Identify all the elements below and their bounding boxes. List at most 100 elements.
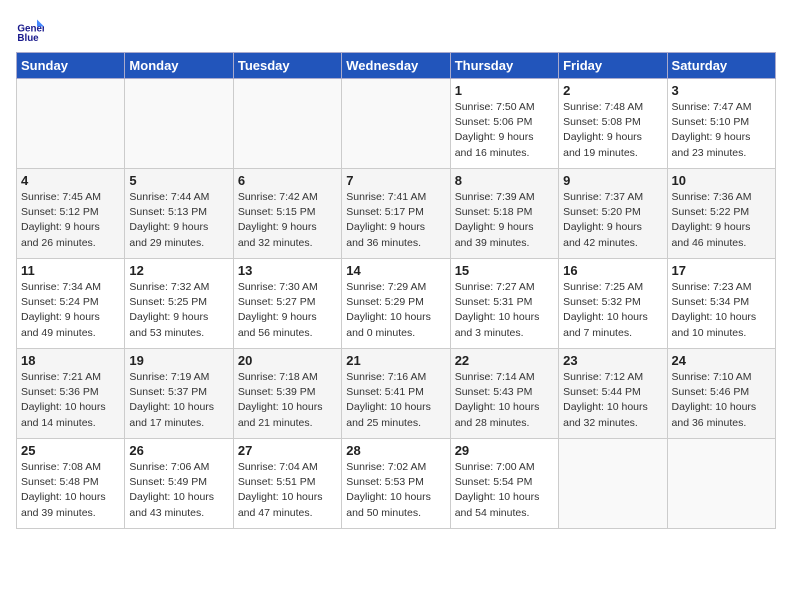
calendar-day-cell: 16 Sunrise: 7:25 AM Sunset: 5:32 PM Dayli… — [559, 259, 667, 349]
day-number: 10 — [672, 173, 771, 188]
day-number: 25 — [21, 443, 120, 458]
day-number: 2 — [563, 83, 662, 98]
day-info: Sunrise: 7:47 AM Sunset: 5:10 PM Dayligh… — [672, 100, 771, 161]
calendar-week-row: 4 Sunrise: 7:45 AM Sunset: 5:12 PM Daylig… — [17, 169, 776, 259]
day-info: Sunrise: 7:50 AM Sunset: 5:06 PM Dayligh… — [455, 100, 554, 161]
day-info: Sunrise: 7:12 AM Sunset: 5:44 PM Dayligh… — [563, 370, 662, 431]
calendar-day-cell: 3 Sunrise: 7:47 AM Sunset: 5:10 PM Daylig… — [667, 79, 775, 169]
day-number: 26 — [129, 443, 228, 458]
calendar-day-cell — [17, 79, 125, 169]
day-number: 3 — [672, 83, 771, 98]
day-number: 18 — [21, 353, 120, 368]
day-number: 1 — [455, 83, 554, 98]
calendar-day-cell: 12 Sunrise: 7:32 AM Sunset: 5:25 PM Dayli… — [125, 259, 233, 349]
calendar-day-cell: 2 Sunrise: 7:48 AM Sunset: 5:08 PM Daylig… — [559, 79, 667, 169]
day-info: Sunrise: 7:19 AM Sunset: 5:37 PM Dayligh… — [129, 370, 228, 431]
calendar-day-cell: 5 Sunrise: 7:44 AM Sunset: 5:13 PM Daylig… — [125, 169, 233, 259]
weekday-header-saturday: Saturday — [667, 53, 775, 79]
calendar-day-cell: 7 Sunrise: 7:41 AM Sunset: 5:17 PM Daylig… — [342, 169, 450, 259]
logo: General Blue — [16, 16, 46, 44]
day-info: Sunrise: 7:08 AM Sunset: 5:48 PM Dayligh… — [21, 460, 120, 521]
calendar-day-cell: 1 Sunrise: 7:50 AM Sunset: 5:06 PM Daylig… — [450, 79, 558, 169]
day-number: 24 — [672, 353, 771, 368]
page-header: General Blue — [16, 16, 776, 44]
day-info: Sunrise: 7:41 AM Sunset: 5:17 PM Dayligh… — [346, 190, 445, 251]
day-info: Sunrise: 7:14 AM Sunset: 5:43 PM Dayligh… — [455, 370, 554, 431]
calendar-day-cell: 22 Sunrise: 7:14 AM Sunset: 5:43 PM Dayli… — [450, 349, 558, 439]
day-number: 12 — [129, 263, 228, 278]
day-number: 17 — [672, 263, 771, 278]
day-info: Sunrise: 7:18 AM Sunset: 5:39 PM Dayligh… — [238, 370, 337, 431]
calendar-day-cell: 19 Sunrise: 7:19 AM Sunset: 5:37 PM Dayli… — [125, 349, 233, 439]
day-info: Sunrise: 7:27 AM Sunset: 5:31 PM Dayligh… — [455, 280, 554, 341]
calendar-day-cell — [125, 79, 233, 169]
calendar-day-cell: 29 Sunrise: 7:00 AM Sunset: 5:54 PM Dayli… — [450, 439, 558, 529]
day-number: 7 — [346, 173, 445, 188]
day-info: Sunrise: 7:04 AM Sunset: 5:51 PM Dayligh… — [238, 460, 337, 521]
day-info: Sunrise: 7:23 AM Sunset: 5:34 PM Dayligh… — [672, 280, 771, 341]
calendar-day-cell: 21 Sunrise: 7:16 AM Sunset: 5:41 PM Dayli… — [342, 349, 450, 439]
day-number: 4 — [21, 173, 120, 188]
calendar-day-cell: 11 Sunrise: 7:34 AM Sunset: 5:24 PM Dayli… — [17, 259, 125, 349]
day-number: 5 — [129, 173, 228, 188]
day-number: 14 — [346, 263, 445, 278]
calendar-day-cell: 17 Sunrise: 7:23 AM Sunset: 5:34 PM Dayli… — [667, 259, 775, 349]
calendar-table: SundayMondayTuesdayWednesdayThursdayFrid… — [16, 52, 776, 529]
calendar-day-cell — [559, 439, 667, 529]
day-number: 8 — [455, 173, 554, 188]
day-info: Sunrise: 7:44 AM Sunset: 5:13 PM Dayligh… — [129, 190, 228, 251]
calendar-day-cell: 28 Sunrise: 7:02 AM Sunset: 5:53 PM Dayli… — [342, 439, 450, 529]
weekday-header-row: SundayMondayTuesdayWednesdayThursdayFrid… — [17, 53, 776, 79]
day-info: Sunrise: 7:37 AM Sunset: 5:20 PM Dayligh… — [563, 190, 662, 251]
calendar-day-cell: 9Sunrise: 7:37 AM Sunset: 5:20 PM Daylig… — [559, 169, 667, 259]
day-info: Sunrise: 7:39 AM Sunset: 5:18 PM Dayligh… — [455, 190, 554, 251]
day-info: Sunrise: 7:02 AM Sunset: 5:53 PM Dayligh… — [346, 460, 445, 521]
calendar-day-cell: 18Sunrise: 7:21 AM Sunset: 5:36 PM Dayli… — [17, 349, 125, 439]
calendar-day-cell: 15Sunrise: 7:27 AM Sunset: 5:31 PM Dayli… — [450, 259, 558, 349]
calendar-week-row: 25 Sunrise: 7:08 AM Sunset: 5:48 PM Dayli… — [17, 439, 776, 529]
day-number: 29 — [455, 443, 554, 458]
calendar-day-cell: 23 Sunrise: 7:12 AM Sunset: 5:44 PM Dayli… — [559, 349, 667, 439]
calendar-week-row: 1 Sunrise: 7:50 AM Sunset: 5:06 PM Daylig… — [17, 79, 776, 169]
day-info: Sunrise: 7:32 AM Sunset: 5:25 PM Dayligh… — [129, 280, 228, 341]
calendar-day-cell: 24Sunrise: 7:10 AM Sunset: 5:46 PM Dayli… — [667, 349, 775, 439]
calendar-day-cell: 4 Sunrise: 7:45 AM Sunset: 5:12 PM Daylig… — [17, 169, 125, 259]
day-number: 19 — [129, 353, 228, 368]
day-info: Sunrise: 7:16 AM Sunset: 5:41 PM Dayligh… — [346, 370, 445, 431]
day-number: 11 — [21, 263, 120, 278]
calendar-day-cell: 8 Sunrise: 7:39 AM Sunset: 5:18 PM Daylig… — [450, 169, 558, 259]
day-info: Sunrise: 7:42 AM Sunset: 5:15 PM Dayligh… — [238, 190, 337, 251]
calendar-day-cell — [342, 79, 450, 169]
day-info: Sunrise: 7:00 AM Sunset: 5:54 PM Dayligh… — [455, 460, 554, 521]
day-number: 28 — [346, 443, 445, 458]
calendar-day-cell: 6 Sunrise: 7:42 AM Sunset: 5:15 PM Daylig… — [233, 169, 341, 259]
day-number: 16 — [563, 263, 662, 278]
svg-text:Blue: Blue — [17, 33, 39, 44]
day-info: Sunrise: 7:45 AM Sunset: 5:12 PM Dayligh… — [21, 190, 120, 251]
weekday-header-friday: Friday — [559, 53, 667, 79]
day-number: 21 — [346, 353, 445, 368]
calendar-day-cell: 14Sunrise: 7:29 AM Sunset: 5:29 PM Dayli… — [342, 259, 450, 349]
day-number: 6 — [238, 173, 337, 188]
day-info: Sunrise: 7:06 AM Sunset: 5:49 PM Dayligh… — [129, 460, 228, 521]
weekday-header-sunday: Sunday — [17, 53, 125, 79]
day-info: Sunrise: 7:34 AM Sunset: 5:24 PM Dayligh… — [21, 280, 120, 341]
day-number: 22 — [455, 353, 554, 368]
calendar-day-cell: 13Sunrise: 7:30 AM Sunset: 5:27 PM Dayli… — [233, 259, 341, 349]
weekday-header-thursday: Thursday — [450, 53, 558, 79]
calendar-day-cell: 26 Sunrise: 7:06 AM Sunset: 5:49 PM Dayli… — [125, 439, 233, 529]
weekday-header-tuesday: Tuesday — [233, 53, 341, 79]
calendar-day-cell: 25 Sunrise: 7:08 AM Sunset: 5:48 PM Dayli… — [17, 439, 125, 529]
weekday-header-wednesday: Wednesday — [342, 53, 450, 79]
weekday-header-monday: Monday — [125, 53, 233, 79]
calendar-day-cell: 20Sunrise: 7:18 AM Sunset: 5:39 PM Dayli… — [233, 349, 341, 439]
calendar-day-cell: 10 Sunrise: 7:36 AM Sunset: 5:22 PM Dayli… — [667, 169, 775, 259]
calendar-day-cell: 27Sunrise: 7:04 AM Sunset: 5:51 PM Dayli… — [233, 439, 341, 529]
calendar-week-row: 11 Sunrise: 7:34 AM Sunset: 5:24 PM Dayli… — [17, 259, 776, 349]
calendar-week-row: 18Sunrise: 7:21 AM Sunset: 5:36 PM Dayli… — [17, 349, 776, 439]
calendar-day-cell — [667, 439, 775, 529]
day-number: 23 — [563, 353, 662, 368]
day-info: Sunrise: 7:25 AM Sunset: 5:32 PM Dayligh… — [563, 280, 662, 341]
day-info: Sunrise: 7:36 AM Sunset: 5:22 PM Dayligh… — [672, 190, 771, 251]
day-info: Sunrise: 7:48 AM Sunset: 5:08 PM Dayligh… — [563, 100, 662, 161]
